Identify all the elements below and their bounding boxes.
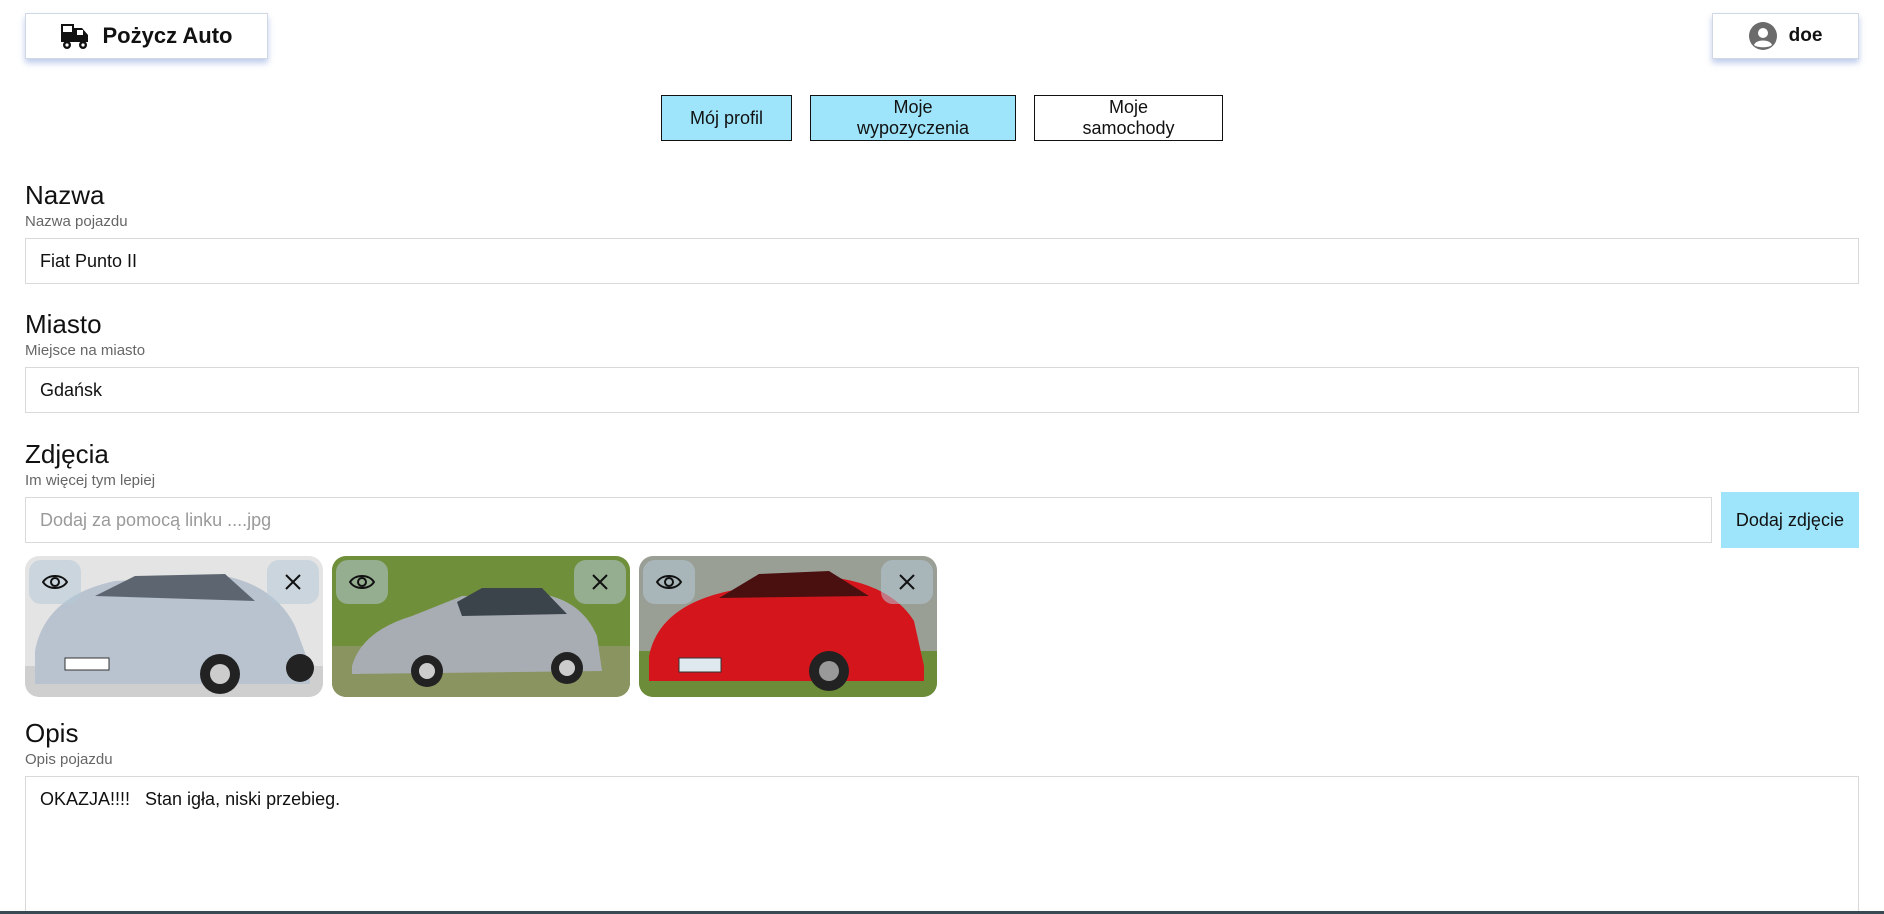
- eye-icon: [42, 575, 68, 589]
- photo-thumbnail: [332, 556, 630, 697]
- tab-my-rentals[interactable]: Moje wypozyczenia: [810, 95, 1016, 141]
- view-photo-button[interactable]: [643, 560, 695, 604]
- close-icon: [592, 574, 608, 590]
- add-photo-button[interactable]: Dodaj zdjęcie: [1720, 492, 1859, 548]
- view-photo-button[interactable]: [29, 560, 81, 604]
- city-heading: Miasto: [25, 309, 102, 339]
- photo-thumbnail: [25, 556, 323, 697]
- page: Pożycz Auto doe Mój profil Moje wypozycz…: [0, 0, 1884, 914]
- tab-my-profile[interactable]: Mój profil: [661, 95, 792, 141]
- brand-name: Pożycz Auto: [102, 23, 233, 48]
- description-section: Opis Opis pojazdu OKAZJA!!!! Stan igła, …: [25, 718, 1859, 914]
- photos-heading: Zdjęcia: [25, 439, 109, 469]
- city-hint: Miejsce na miasto: [25, 342, 146, 359]
- view-photo-button[interactable]: [336, 560, 388, 604]
- name-section: Nazwa Nazwa pojazdu: [25, 180, 1859, 284]
- remove-photo-button[interactable]: [574, 560, 626, 604]
- photo-link-row: Dodaj zdjęcie: [25, 492, 1859, 548]
- user-menu-button[interactable]: doe: [1712, 13, 1859, 59]
- photos-section: Zdjęcia Im więcej tym lepiej Dodaj zdjęc…: [25, 439, 1859, 548]
- photo-gallery: [25, 556, 937, 697]
- close-icon: [285, 574, 301, 590]
- brand-logo[interactable]: Pożycz Auto: [25, 13, 268, 59]
- city-input[interactable]: [40, 368, 1844, 412]
- tab-my-cars[interactable]: Moje samochody: [1034, 95, 1223, 141]
- eye-icon: [349, 575, 375, 589]
- photo-link-field[interactable]: [25, 497, 1712, 543]
- truck-icon: [60, 24, 88, 49]
- photo-thumbnail: [639, 556, 937, 697]
- name-input[interactable]: [40, 239, 1844, 283]
- photos-hint: Im więcej tym lepiej: [25, 472, 156, 489]
- description-textarea[interactable]: OKAZJA!!!! Stan igła, niski przebieg.: [25, 776, 1859, 914]
- description-heading: Opis: [25, 718, 79, 748]
- user-name: doe: [1788, 25, 1823, 46]
- name-field[interactable]: [25, 238, 1859, 284]
- tab-bar: Mój profil Moje wypozyczenia Moje samoch…: [0, 95, 1884, 141]
- city-section: Miasto Miejsce na miasto: [25, 309, 1859, 413]
- eye-icon: [656, 575, 682, 589]
- close-icon: [899, 574, 915, 590]
- city-field[interactable]: [25, 367, 1859, 413]
- photo-link-input[interactable]: [40, 498, 1697, 542]
- name-hint: Nazwa pojazdu: [25, 213, 128, 230]
- remove-photo-button[interactable]: [267, 560, 319, 604]
- user-avatar-icon: [1748, 22, 1777, 50]
- remove-photo-button[interactable]: [881, 560, 933, 604]
- description-hint: Opis pojazdu: [25, 751, 113, 768]
- name-heading: Nazwa: [25, 180, 105, 210]
